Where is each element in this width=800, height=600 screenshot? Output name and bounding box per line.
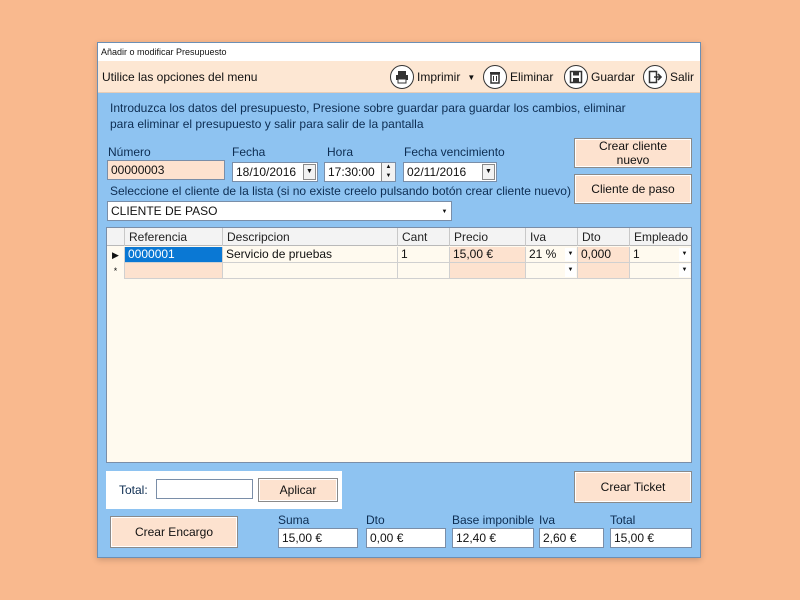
cell-iva[interactable]: 21 % ▼ (526, 247, 578, 263)
table-row-new[interactable]: * ▼ ▼ (107, 263, 691, 279)
iva-field: 2,60 € (539, 528, 604, 548)
chevron-down-icon[interactable]: ▼ (439, 205, 450, 218)
suma-label: Suma (278, 513, 310, 527)
exit-icon (643, 65, 667, 89)
base-imponible-label: Base imponible (452, 513, 535, 527)
cell-empleado[interactable]: ▼ (630, 263, 691, 279)
hora-field[interactable]: 17:30:00 ▲ ▼ (324, 162, 396, 182)
items-grid: Referencia Descripcion Cant Precio Iva D… (106, 227, 692, 463)
suma-field: 15,00 € (278, 528, 358, 548)
menu-bar: Utilice las opciones del menu Imprimir ▼… (98, 61, 700, 93)
chevron-down-icon[interactable]: ▼ (679, 264, 690, 277)
cell-empleado-value: 1 (633, 247, 640, 261)
col-precio[interactable]: Precio (450, 228, 526, 246)
vencimiento-label: Fecha vencimiento (404, 145, 505, 159)
printer-icon (390, 65, 414, 89)
chevron-down-icon[interactable]: ▼ (565, 248, 576, 261)
row-marker: ▶ (107, 247, 125, 263)
exit-button[interactable]: Salir (643, 64, 694, 90)
fecha-label: Fecha (232, 145, 266, 159)
total-field: 15,00 € (610, 528, 692, 548)
col-referencia[interactable]: Referencia (125, 228, 223, 246)
crear-encargo-button[interactable]: Crear Encargo (110, 516, 238, 548)
delete-button[interactable]: Eliminar (483, 64, 553, 90)
crear-ticket-button[interactable]: Crear Ticket (574, 471, 692, 503)
print-label: Imprimir (417, 70, 461, 84)
col-iva[interactable]: Iva (526, 228, 578, 246)
floppy-disk-icon (564, 65, 588, 89)
table-row[interactable]: ▶ 0000001 Servicio de pruebas 1 15,00 € … (107, 247, 691, 263)
total-input[interactable] (156, 479, 253, 499)
vencimiento-dropdown-icon[interactable]: ▼ (482, 164, 495, 180)
fecha-value: 18/10/2016 (236, 165, 297, 179)
cliente-paso-button[interactable]: Cliente de paso (574, 174, 692, 204)
instructions-text: Introduzca los datos del presupuesto, Pr… (110, 101, 626, 131)
cliente-value: CLIENTE DE PASO (111, 204, 218, 218)
total-input-label: Total: (119, 483, 148, 497)
presupuesto-window: Añadir o modificar Presupuesto Utilice l… (97, 42, 701, 558)
aplicar-button[interactable]: Aplicar (258, 478, 338, 502)
col-empleado[interactable]: Empleado (630, 228, 691, 246)
cell-precio[interactable] (450, 263, 526, 279)
hora-label: Hora (327, 145, 354, 159)
save-button[interactable]: Guardar (564, 64, 635, 90)
trash-icon (483, 65, 507, 89)
menu-caption: Utilice las opciones del menu (102, 70, 258, 84)
numero-field[interactable]: 00000003 (107, 160, 225, 180)
grid-header: Referencia Descripcion Cant Precio Iva D… (107, 228, 691, 246)
iva-label: Iva (539, 513, 556, 527)
dto-field: 0,00 € (366, 528, 446, 548)
fecha-field[interactable]: 18/10/2016 ▼ (232, 162, 318, 182)
chevron-down-icon[interactable]: ▼ (467, 73, 475, 82)
crear-cliente-button[interactable]: Crear cliente nuevo (574, 138, 692, 168)
cell-iva[interactable]: ▼ (526, 263, 578, 279)
vencimiento-value: 02/11/2016 (407, 165, 467, 179)
exit-label: Salir (670, 70, 695, 84)
col-dto[interactable]: Dto (578, 228, 630, 246)
col-descripcion[interactable]: Descripcion (223, 228, 398, 246)
cell-descripcion[interactable] (223, 263, 398, 279)
save-label: Guardar (591, 70, 636, 84)
row-header-corner (107, 228, 125, 246)
hora-value: 17:30:00 (328, 165, 375, 179)
base-imponible-field: 12,40 € (452, 528, 534, 548)
cell-dto[interactable]: 0,000 (578, 247, 630, 263)
cell-dto[interactable] (578, 263, 630, 279)
print-button[interactable]: Imprimir ▼ (390, 64, 475, 90)
delete-label: Eliminar (510, 70, 554, 84)
cliente-select[interactable]: CLIENTE DE PASO ▼ (107, 201, 452, 221)
new-row-marker: * (107, 263, 125, 279)
cliente-prompt: Seleccione el cliente de la lista (si no… (110, 184, 571, 198)
total-apply-panel: Total: Aplicar (106, 471, 342, 509)
dto-label: Dto (366, 513, 385, 527)
fecha-dropdown-icon[interactable]: ▼ (303, 164, 316, 180)
total-label: Total (610, 513, 636, 527)
numero-label: Número (108, 145, 151, 159)
chevron-down-icon[interactable]: ▼ (679, 248, 690, 261)
cell-cant[interactable] (398, 263, 450, 279)
cell-cant[interactable]: 1 (398, 247, 450, 263)
cell-descripcion[interactable]: Servicio de pruebas (223, 247, 398, 263)
chevron-down-icon[interactable]: ▼ (565, 264, 576, 277)
cell-referencia[interactable]: 0000001 (125, 247, 223, 263)
window-title: Añadir o modificar Presupuesto (98, 43, 700, 61)
hora-spinner-icon[interactable]: ▲ ▼ (381, 163, 395, 181)
cell-precio[interactable]: 15,00 € (450, 247, 526, 263)
col-cant[interactable]: Cant (398, 228, 450, 246)
cell-iva-value: 21 % (529, 247, 557, 261)
cell-referencia[interactable] (125, 263, 223, 279)
vencimiento-field[interactable]: 02/11/2016 ▼ (403, 162, 497, 182)
cell-empleado[interactable]: 1 ▼ (630, 247, 691, 263)
